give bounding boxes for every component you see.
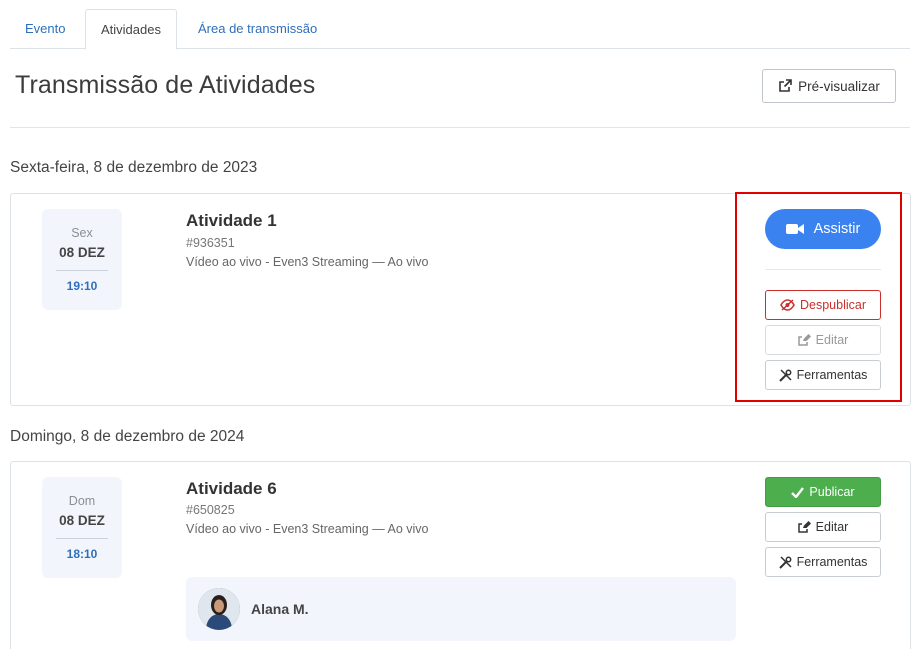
publish-button[interactable]: Publicar <box>765 477 881 507</box>
activity-type: Vídeo ao vivo - Even3 Streaming — Ao viv… <box>186 522 429 536</box>
avatar <box>198 588 240 630</box>
date-heading: Domingo, 8 de dezembro de 2024 <box>10 428 245 445</box>
tab-atividades[interactable]: Atividades <box>85 9 177 50</box>
date-badge-weekday: Sex <box>71 226 93 240</box>
activity-type: Vídeo ao vivo - Even3 Streaming — Ao viv… <box>186 255 429 269</box>
page-title: Transmissão de Atividades <box>15 71 316 99</box>
edit-icon <box>797 521 811 533</box>
tab-bar: Evento Atividades Área de transmissão <box>10 9 910 50</box>
date-badge: Sex 08 DEZ 19:10 <box>42 209 122 310</box>
activity-title[interactable]: Atividade 1 <box>186 211 277 231</box>
tools-button-label: Ferramentas <box>796 555 868 569</box>
activity-id: #936351 <box>186 236 235 250</box>
date-badge-divider <box>56 538 108 539</box>
external-link-icon <box>778 79 792 93</box>
date-badge-weekday: Dom <box>68 494 96 508</box>
date-badge: Dom 08 DEZ 18:10 <box>42 477 122 578</box>
date-badge-day: 08 DEZ <box>59 513 105 528</box>
check-icon <box>791 486 805 498</box>
speaker-card[interactable]: Alana M. <box>186 577 736 641</box>
date-badge-time: 19:10 <box>66 279 98 293</box>
publish-button-label: Publicar <box>809 485 855 499</box>
activity-title[interactable]: Atividade 6 <box>186 479 277 499</box>
tab-evento[interactable]: Evento <box>10 9 80 49</box>
speaker-name: Alana M. <box>251 601 309 617</box>
tools-button[interactable]: Ferramentas <box>765 547 881 577</box>
divider <box>10 127 910 128</box>
tab-area-transmissao[interactable]: Área de transmissão <box>183 9 332 49</box>
tools-icon <box>778 555 792 569</box>
preview-button-label: Pré-visualizar <box>798 78 880 94</box>
date-badge-day: 08 DEZ <box>59 245 105 260</box>
highlight-box <box>735 192 902 402</box>
preview-button[interactable]: Pré-visualizar <box>762 69 896 103</box>
edit-button-label: Editar <box>815 520 849 534</box>
date-badge-time: 18:10 <box>66 547 98 561</box>
activity-card: Dom 08 DEZ 18:10 Atividade 6 #650825 Víd… <box>10 461 911 649</box>
edit-button[interactable]: Editar <box>765 512 881 542</box>
activity-id: #650825 <box>186 503 235 517</box>
date-heading: Sexta-feira, 8 de dezembro de 2023 <box>10 159 258 176</box>
date-badge-divider <box>56 270 108 271</box>
